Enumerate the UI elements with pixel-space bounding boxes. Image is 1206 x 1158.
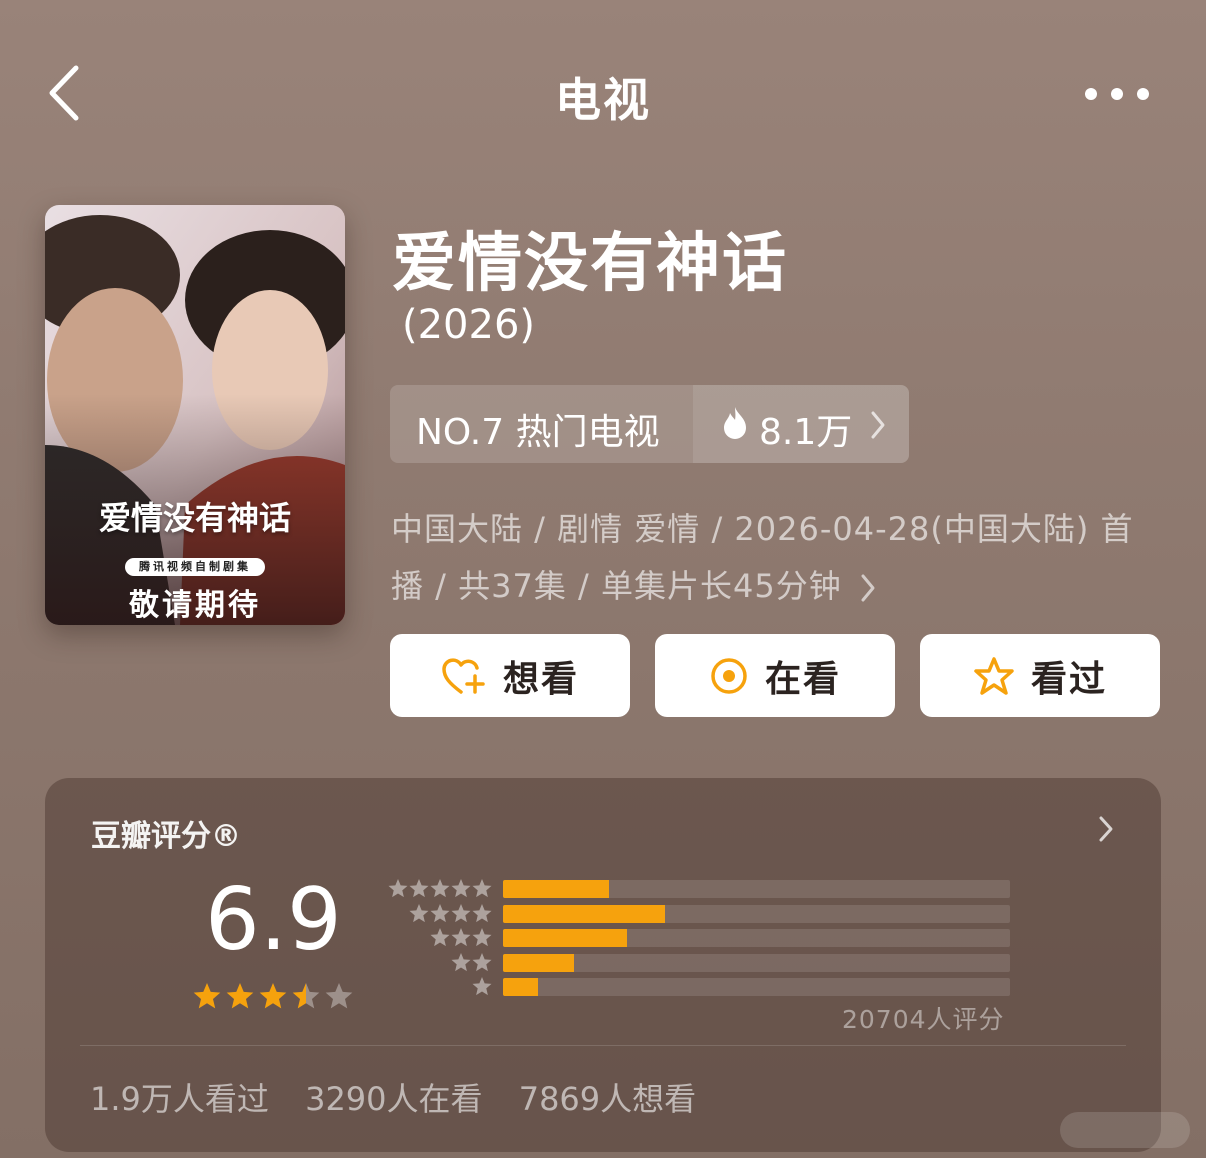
- row-star-icon: [472, 952, 492, 971]
- heat-value: 8.1万: [759, 412, 853, 453]
- rating-bar-fill: [503, 929, 628, 947]
- stat-watching: 3290人在看: [305, 1080, 483, 1118]
- stat-watched: 1.9万人看过: [90, 1080, 269, 1118]
- rating-count: 20704人评分: [842, 1005, 1005, 1034]
- chevron-right-icon: [871, 411, 885, 439]
- stat-want: 7869人想看: [518, 1080, 697, 1118]
- row-star-icon: [409, 903, 429, 922]
- row-star-icon: [451, 879, 471, 898]
- rating-bar-fill: [503, 978, 539, 996]
- rating-row-4-star: [383, 903, 1083, 923]
- poster-badge: 腾讯视频自制剧集: [125, 558, 265, 576]
- row-star-icon: [430, 879, 450, 898]
- watched-button[interactable]: 看过: [920, 634, 1160, 717]
- meta-info-line2-text: 播 / 共37集 / 单集片长45分钟: [391, 567, 842, 605]
- watching-button[interactable]: 在看: [655, 634, 895, 717]
- star-outline-icon: [973, 656, 1015, 696]
- rating-star-icon: [259, 983, 287, 1009]
- row-stars-icon: [451, 952, 492, 971]
- rating-bar-track: [503, 880, 1010, 898]
- row-star-icon: [451, 903, 471, 922]
- poster-title: 爱情没有神话: [98, 499, 291, 537]
- rating-row-5-star: [383, 878, 1083, 898]
- rating-bar-track: [503, 929, 1010, 947]
- rank-label: NO.7 热门电视: [416, 412, 660, 453]
- flame-icon: [724, 407, 746, 439]
- watermark: [1060, 1112, 1190, 1148]
- poster-image[interactable]: 爱情没有神话 腾讯视频自制剧集 敬请期待: [45, 205, 345, 625]
- rating-card: 豆瓣评分® 6.9 20704人评分 1.9万人看过 3290人在看 7869人…: [45, 778, 1161, 1152]
- watching-label: 在看: [764, 658, 841, 700]
- rating-bar-fill: [503, 904, 666, 923]
- rating-star-icon: [193, 983, 221, 1009]
- rating-bar-track: [503, 978, 1010, 996]
- rating-stars-graphic: [193, 983, 353, 1009]
- rating-bar-track: [503, 904, 1010, 923]
- rating-row-3-star: [383, 927, 1083, 947]
- row-star-icon: [472, 879, 492, 898]
- want-to-watch-button[interactable]: 想看: [390, 634, 630, 717]
- row-star-icon: [472, 928, 492, 947]
- rating-score: 6.9: [205, 870, 342, 970]
- row-star-icon: [472, 977, 492, 996]
- chevron-right-icon: [861, 574, 875, 602]
- row-star-icon: [472, 903, 492, 922]
- row-star-icon: [430, 903, 450, 922]
- chevron-right-icon[interactable]: [1097, 814, 1115, 844]
- watched-label: 看过: [1030, 658, 1107, 700]
- heart-plus-icon: [441, 656, 487, 696]
- rating-bar-track: [503, 953, 1010, 972]
- rating-bar-fill: [503, 880, 610, 898]
- rating-star-icon: [325, 983, 353, 1009]
- watch-stats: 1.9万人看过 3290人在看 7869人想看: [90, 1074, 722, 1120]
- row-stars-icon: [430, 928, 492, 947]
- want-to-watch-label: 想看: [502, 658, 579, 700]
- rating-star-icon: [292, 983, 320, 1009]
- row-stars-icon: [409, 903, 492, 922]
- rating-star-icon: [226, 983, 254, 1009]
- rank-badge[interactable]: NO.7 热门电视 8.1万: [390, 385, 909, 463]
- row-star-icon: [430, 928, 450, 947]
- poster-tagline: 敬请期待: [129, 588, 261, 623]
- more-dots-icon: [1085, 88, 1149, 100]
- page-title: 电视: [555, 73, 651, 127]
- row-star-icon: [409, 879, 429, 898]
- show-title: 爱情没有神话: [392, 227, 788, 301]
- rating-row-2-star: [383, 952, 1083, 972]
- meta-info-line1: 中国大陆 / 剧情 爱情 / 2026-04-28(中国大陆) 首: [391, 510, 1134, 548]
- rating-stars: [193, 982, 353, 1014]
- row-stars-icon: [388, 879, 492, 898]
- rating-row-1-star: [383, 976, 1083, 996]
- row-stars-icon: [472, 977, 492, 996]
- show-year: (2026): [402, 302, 536, 348]
- row-star-icon: [451, 928, 471, 947]
- divider: [80, 1045, 1126, 1046]
- target-icon: [709, 656, 749, 696]
- meta-info-line2[interactable]: 播 / 共37集 / 单集片长45分钟: [391, 561, 877, 607]
- row-star-icon: [451, 952, 471, 971]
- heat-section[interactable]: 8.1万: [693, 385, 909, 463]
- rating-title: 豆瓣评分®: [91, 819, 241, 854]
- rating-bar-fill: [503, 953, 574, 972]
- more-button[interactable]: [1078, 72, 1156, 116]
- row-star-icon: [388, 879, 408, 898]
